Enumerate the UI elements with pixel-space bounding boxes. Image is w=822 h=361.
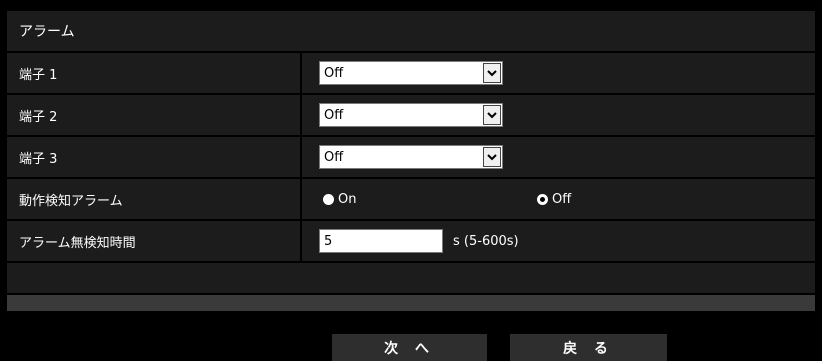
motion-off-label: Off — [552, 191, 572, 207]
no-detect-label: アラーム無検知時間 — [19, 235, 136, 251]
chevron-down-icon[interactable] — [483, 63, 501, 83]
terminal-1-value: Off — [324, 65, 344, 81]
motion-off-radio[interactable]: Off — [537, 192, 571, 207]
column-divider — [300, 221, 302, 261]
radio-selected-icon[interactable] — [537, 193, 548, 205]
terminal-2-select[interactable]: Off — [319, 103, 503, 127]
motion-on-radio[interactable]: On — [323, 192, 356, 207]
radio-unselected-icon[interactable] — [323, 193, 334, 205]
terminal-3-row: 端子 3 Off — [7, 137, 815, 179]
no-detect-value: 5 — [324, 233, 333, 249]
back-button[interactable]: 戻 る — [510, 334, 667, 361]
no-detect-input[interactable]: 5 — [319, 229, 443, 253]
terminal-3-select[interactable]: Off — [319, 145, 503, 169]
terminal-1-row: 端子 1 Off — [7, 53, 815, 95]
column-divider — [300, 179, 302, 219]
terminal-1-label: 端子 1 — [19, 67, 58, 83]
column-divider — [300, 95, 302, 135]
section-title: アラーム — [19, 24, 75, 40]
column-divider — [300, 53, 302, 93]
divider-bar — [7, 295, 815, 311]
alarm-settings-panel: アラーム 端子 1 Off 端子 2 Off 端子 3 Off 動作検知アラーム… — [7, 11, 815, 293]
column-divider — [300, 137, 302, 177]
no-detect-row: アラーム無検知時間 5 s (5-600s) — [7, 221, 815, 263]
motion-alarm-row: 動作検知アラーム On Off — [7, 179, 815, 221]
terminal-3-value: Off — [324, 149, 344, 165]
terminal-3-label: 端子 3 — [19, 151, 58, 167]
terminal-1-select[interactable]: Off — [319, 61, 503, 85]
no-detect-unit: s (5-600s) — [453, 233, 519, 249]
next-button[interactable]: 次 へ — [332, 334, 487, 361]
terminal-2-row: 端子 2 Off — [7, 95, 815, 137]
panel-footer — [7, 263, 815, 293]
motion-on-label: On — [338, 191, 357, 207]
terminal-2-value: Off — [324, 107, 344, 123]
motion-alarm-label: 動作検知アラーム — [19, 193, 123, 209]
section-header: アラーム — [7, 11, 815, 53]
chevron-down-icon[interactable] — [483, 105, 501, 125]
terminal-2-label: 端子 2 — [19, 109, 58, 125]
chevron-down-icon[interactable] — [483, 147, 501, 167]
